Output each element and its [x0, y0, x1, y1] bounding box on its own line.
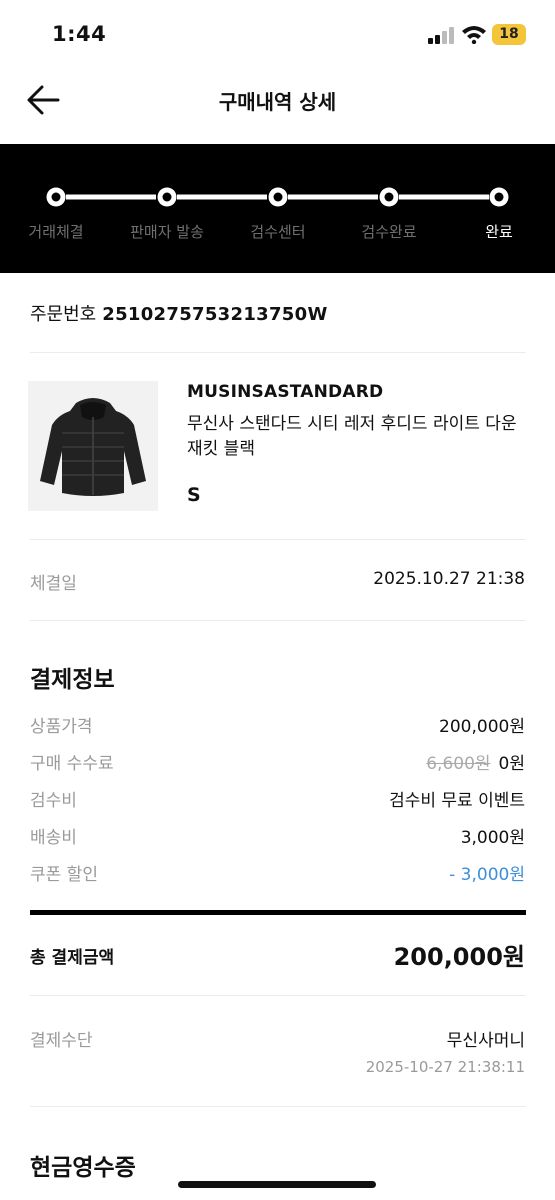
order-progress-tracker: 거래체결 판매자 발송 검수센터 검수완료 완료 [0, 144, 555, 273]
coupon-discount-label: 쿠폰 할인 [30, 865, 98, 885]
contract-date-label: 체결일 [30, 574, 77, 594]
step-dot [268, 187, 288, 207]
purchase-fee-original: 6,600원 [426, 754, 491, 774]
step-label-contract: 거래체결 [28, 223, 84, 241]
purchase-fee-label: 구매 수수료 [30, 754, 114, 774]
inspection-fee-label: 검수비 [30, 791, 77, 811]
contract-date-value: 2025.10.27 21:38 [373, 569, 525, 589]
product-price-value: 200,000원 [439, 717, 525, 737]
status-bar: 1:44 18 [0, 0, 555, 70]
progress-line [46, 187, 509, 207]
cash-receipt-title: 현금영수증 [30, 1155, 136, 1181]
step-dot [379, 187, 399, 207]
coupon-discount-value: - 3,000원 [449, 865, 525, 885]
divider [30, 620, 526, 621]
step-label-inspection-center: 검수센터 [250, 223, 306, 241]
product-price-label: 상품가격 [30, 717, 93, 737]
payment-method-label: 결제수단 [30, 1031, 93, 1051]
step-dot [157, 187, 177, 207]
step-dot [489, 187, 509, 207]
status-time: 1:44 [52, 22, 107, 46]
step-label-complete: 완료 [485, 223, 513, 241]
step-label-seller-ship: 판매자 발송 [130, 223, 204, 241]
wifi-icon [462, 26, 486, 44]
battery-icon: 18 [492, 24, 526, 45]
step-label-inspection-done: 검수완료 [361, 223, 417, 241]
order-number-label: 주문번호 [30, 304, 97, 325]
order-number: 주문번호 2510275753213750W [30, 300, 328, 326]
page-title: 구매내역 상세 [218, 90, 337, 114]
product-image[interactable] [28, 381, 158, 511]
cellular-signal-icon [428, 26, 458, 44]
payment-method-value: 무신사머니 [446, 1031, 525, 1051]
total-amount-label: 총 결제금액 [30, 948, 115, 968]
page-header: 구매내역 상세 [0, 70, 555, 144]
payment-timestamp: 2025-10-27 21:38:11 [365, 1058, 525, 1076]
step-dot [46, 187, 66, 207]
purchase-fee-value: 6,600원 0원 [426, 749, 525, 774]
home-indicator[interactable] [178, 1181, 376, 1188]
divider [30, 352, 526, 353]
divider [30, 539, 526, 540]
total-divider [30, 910, 526, 915]
purchase-fee-final: 0원 [498, 754, 525, 774]
payment-section-title: 결제정보 [30, 667, 115, 693]
jacket-image [40, 398, 146, 496]
divider [30, 1106, 526, 1107]
order-number-value: 2510275753213750W [102, 304, 328, 325]
product-name[interactable]: 무신사 스탠다드 시티 레저 후디드 라이트 다운 재킷 블랙 [187, 412, 517, 462]
divider [30, 995, 526, 996]
total-amount-value: 200,000원 [393, 943, 525, 971]
shipping-fee-label: 배송비 [30, 828, 77, 848]
inspection-fee-value: 검수비 무료 이벤트 [389, 791, 525, 811]
product-brand: MUSINSASTANDARD [187, 382, 384, 402]
product-size: S [187, 484, 201, 506]
shipping-fee-value: 3,000원 [460, 828, 525, 848]
